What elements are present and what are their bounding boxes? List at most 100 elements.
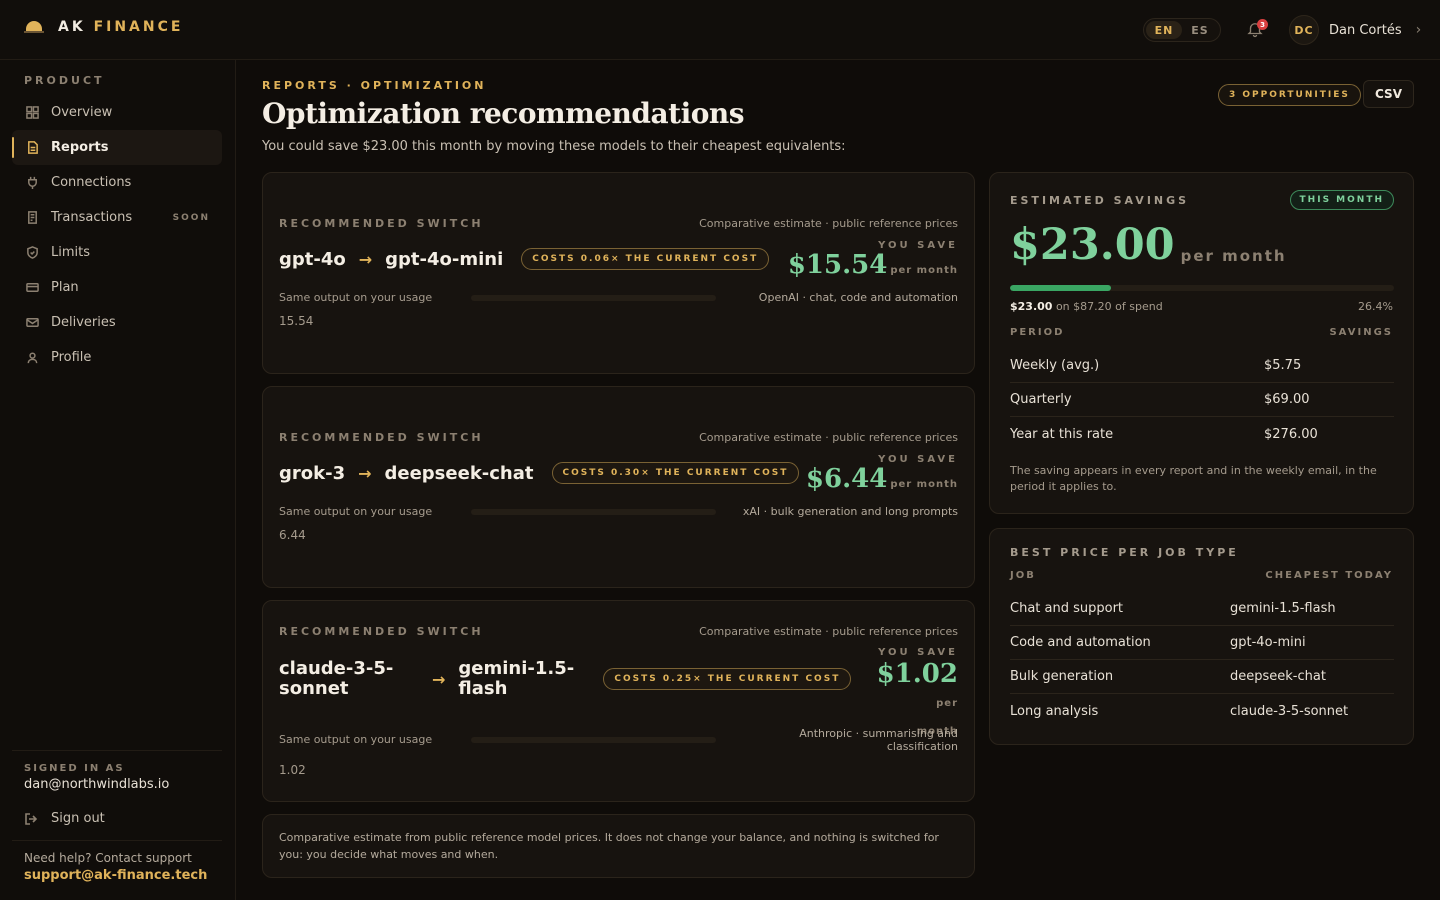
breadcrumb: REPORTS · OPTIMIZATION (262, 79, 487, 92)
recommendation-label: RECOMMENDED SWITCH (279, 217, 484, 230)
language-switcher[interactable]: EN ES (1143, 18, 1221, 42)
saving-amount: $6.44 (805, 464, 888, 494)
estimated-savings-label: ESTIMATED SAVINGS (1010, 194, 1190, 207)
sidebar-item-plan[interactable]: Plan (12, 270, 222, 305)
main-content: REPORTS · OPTIMIZATION Optimization reco… (262, 60, 1414, 900)
you-save-label: YOU SAVE (878, 240, 958, 251)
this-month-badge: THIS MONTH (1289, 190, 1394, 210)
savings-of-spend: $23.00 on $87.20 of spend (1010, 300, 1163, 313)
sidebar-item-reports[interactable]: Reports (12, 130, 222, 165)
user-icon (27, 352, 38, 364)
table-row: Year at this rate $276.00 (1010, 426, 1318, 442)
sidebar: PRODUCT Overview Reports Connections Tra… (0, 60, 236, 900)
sidebar-item-limits[interactable]: Limits (12, 235, 222, 270)
sidebar-item-label: Limits (51, 245, 90, 260)
per-month-label: per month (890, 479, 958, 490)
recommendation-card: RECOMMENDED SWITCH Comparative estimate … (262, 386, 975, 588)
target-model: gpt-4o-mini (385, 248, 504, 270)
saving-amount: $15.54 (787, 250, 888, 280)
notification-count-badge: 3 (1257, 19, 1268, 30)
best-price-panel: BEST PRICE PER JOB TYPE JOB CHEAPEST TOD… (989, 528, 1414, 745)
top-bar: AK FINANCE EN ES 3 DC Dan Cortés › (0, 0, 1440, 60)
signed-in-section: SIGNED IN AS dan@northwindlabs.io Sign o… (12, 750, 222, 826)
same-output-label: Same output on your usage (279, 505, 433, 518)
reference-note: Comparative estimate · public reference … (699, 217, 958, 230)
recommendation-card: RECOMMENDED SWITCH Comparative estimate … (262, 172, 975, 374)
usage-value: 6.44 (279, 528, 306, 542)
sidebar-item-label: Reports (51, 140, 109, 155)
card-icon (26, 283, 39, 292)
savings-note: The saving appears in every report and i… (1010, 464, 1377, 493)
sidebar-item-profile[interactable]: Profile (12, 340, 222, 375)
period-column-header: PERIOD (1010, 327, 1065, 338)
total-saving-amount: $23.00 (1010, 220, 1175, 270)
signed-in-label: SIGNED IN AS (24, 763, 125, 774)
saving-value: $15.54 per month (788, 252, 958, 278)
savings-progress-bar (1010, 285, 1394, 291)
sidebar-item-overview[interactable]: Overview (12, 95, 222, 130)
user-name: Dan Cortés (1329, 22, 1402, 38)
notifications-button[interactable]: 3 (1246, 19, 1268, 40)
support-email-link[interactable]: support@ak-finance.tech (24, 868, 210, 883)
sidebar-item-deliveries[interactable]: Deliveries (12, 305, 222, 340)
model-switch: claude-3-5-sonnet → gemini-1.5-flash COS… (279, 658, 852, 699)
provider-note: OpenAI · chat, code and automation (758, 291, 958, 304)
help-section: Need help? Contact support support@ak-fi… (12, 840, 222, 891)
estimated-savings-panel: ESTIMATED SAVINGS THIS MONTH $23.00 per … (989, 172, 1414, 514)
sidebar-item-transactions[interactable]: Transactions SOON (12, 200, 222, 235)
current-model: gpt-4o (279, 248, 346, 270)
table-row: Long analysis claude-3-5-sonnet (1010, 703, 1349, 719)
best-price-table: Chat and support gemini-1.5-flash Code an… (1010, 592, 1394, 728)
page-title: Optimization recommendations (262, 97, 745, 130)
cost-ratio-badge: COSTS 0.30× THE CURRENT COST (551, 462, 800, 484)
current-model: claude-3-5-sonnet (279, 658, 394, 699)
usage-bar (471, 737, 716, 743)
sidebar-item-label: Connections (51, 175, 132, 190)
recommendation-label: RECOMMENDED SWITCH (279, 625, 484, 638)
recommendation-card: RECOMMENDED SWITCH Comparative estimate … (262, 600, 975, 802)
avatar: DC (1289, 15, 1319, 45)
sidebar-item-label: Plan (51, 280, 79, 295)
language-en[interactable]: EN (1146, 21, 1182, 39)
same-output-label: Same output on your usage (279, 733, 433, 746)
recommendation-label: RECOMMENDED SWITCH (279, 431, 484, 444)
sign-out-icon (25, 812, 38, 825)
savings-column-header: SAVINGS (1329, 327, 1393, 338)
csv-export-button[interactable]: CSV (1363, 80, 1414, 108)
user-menu[interactable]: DC Dan Cortés › (1289, 15, 1421, 45)
arrow-right-icon: → (358, 249, 373, 269)
language-es[interactable]: ES (1182, 21, 1218, 39)
model-switch: gpt-4o → gpt-4o-mini COSTS 0.06× THE CUR… (279, 248, 770, 270)
chevron-right-icon: › (1415, 22, 1422, 38)
table-row: Quarterly $69.00 (1010, 383, 1394, 417)
provider-note: xAI · bulk generation and long prompts (742, 505, 958, 518)
saving-amount: $1.02 (876, 659, 958, 689)
job-column-header: JOB (1010, 570, 1036, 581)
total-saving: $23.00 per month (1010, 223, 1287, 267)
plug-icon (28, 176, 37, 189)
cheapest-column-header: CHEAPEST TODAY (1265, 570, 1393, 581)
signed-in-email: dan@northwindlabs.io (24, 777, 170, 792)
brand[interactable]: AK FINANCE (24, 19, 183, 35)
reference-note: Comparative estimate · public reference … (699, 625, 958, 638)
grid-icon (26, 106, 39, 119)
sidebar-item-connections[interactable]: Connections (12, 165, 222, 200)
savings-progress-fill (1010, 285, 1112, 291)
sidebar-item-label: Profile (51, 350, 92, 365)
you-save-label: YOU SAVE (878, 454, 958, 465)
saving-value: $6.44 per month (806, 466, 958, 492)
sidebar-item-label: Transactions (51, 210, 133, 225)
per-month-label: per month (1180, 247, 1287, 265)
disclaimer-note: Comparative estimate from public referen… (262, 814, 975, 878)
target-model: deepseek-chat (384, 462, 534, 484)
sign-out-button[interactable]: Sign out (24, 811, 105, 826)
savings-table: Weekly (avg.) $5.75 Quarterly $69.00 Year … (1010, 349, 1394, 451)
logo-icon (24, 21, 46, 33)
shield-icon (27, 246, 38, 259)
arrow-right-icon: → (432, 669, 446, 689)
cost-ratio-badge: COSTS 0.25× THE CURRENT COST (603, 668, 852, 690)
sidebar-item-label: Deliveries (51, 315, 116, 330)
sidebar-nav: Overview Reports Connections Transaction… (12, 95, 222, 375)
sign-out-label: Sign out (51, 811, 105, 826)
page-subtitle: You could save $23.00 this month by movi… (262, 139, 846, 154)
